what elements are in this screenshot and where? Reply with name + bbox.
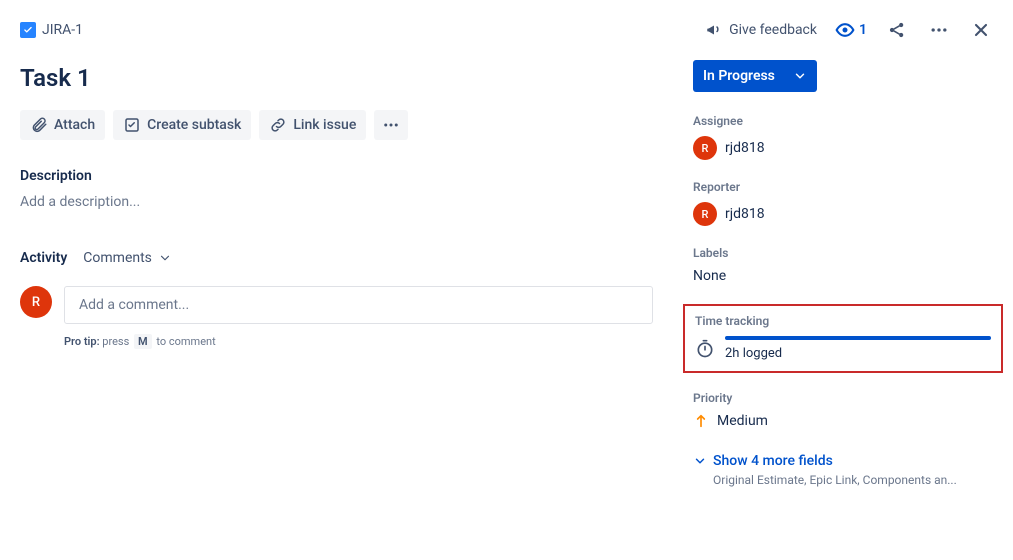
time-tracking-bar [725, 336, 991, 340]
show-more-label: Show 4 more fields [713, 453, 833, 469]
description-label: Description [20, 168, 653, 184]
share-icon [887, 20, 907, 40]
activity-label: Activity [20, 250, 67, 266]
more-actions-inline-button[interactable] [374, 110, 408, 140]
current-user-avatar: R [20, 286, 52, 318]
attach-button[interactable]: Attach [20, 110, 105, 140]
priority-value: Medium [717, 413, 768, 429]
status-label: In Progress [703, 68, 775, 84]
share-button[interactable] [885, 18, 909, 42]
time-tracking-label: Time tracking [695, 314, 991, 328]
breadcrumb[interactable]: JIRA-1 [20, 22, 83, 38]
stopwatch-icon [695, 339, 715, 359]
activity-filter-dropdown[interactable]: Comments [83, 250, 172, 266]
more-actions-button[interactable] [927, 18, 951, 42]
labels-label: Labels [693, 246, 993, 260]
reporter-label: Reporter [693, 180, 993, 194]
give-feedback-button[interactable]: Give feedback [705, 21, 817, 39]
description-field[interactable]: Add a description... [20, 194, 653, 210]
status-dropdown[interactable]: In Progress [693, 60, 817, 92]
issue-key: JIRA-1 [42, 22, 83, 38]
show-more-fields-button[interactable]: Show 4 more fields [693, 453, 993, 469]
close-button[interactable] [969, 18, 993, 42]
assignee-name: rjd818 [725, 140, 765, 156]
issue-title[interactable]: Task 1 [20, 64, 653, 92]
show-more-sublabel: Original Estimate, Epic Link, Components… [713, 473, 993, 487]
chevron-down-icon [793, 69, 807, 83]
link-icon [269, 116, 287, 134]
watch-button[interactable]: 1 [835, 20, 867, 40]
watch-count: 1 [859, 22, 867, 38]
link-issue-button[interactable]: Link issue [259, 110, 366, 140]
reporter-field[interactable]: R rjd818 [693, 202, 993, 226]
labels-field[interactable]: None [693, 268, 993, 284]
assignee-field[interactable]: R rjd818 [693, 136, 993, 160]
megaphone-icon [705, 21, 723, 39]
activity-filter-value: Comments [83, 250, 152, 266]
time-tracking-logged: 2h logged [725, 346, 991, 361]
close-icon [971, 20, 991, 40]
attach-label: Attach [54, 117, 95, 133]
chevron-down-icon [158, 251, 172, 265]
eye-icon [835, 20, 855, 40]
time-tracking-highlight: Time tracking 2h logged [683, 304, 1003, 373]
create-subtask-button[interactable]: Create subtask [113, 110, 251, 140]
chevron-down-icon [693, 454, 707, 468]
create-subtask-label: Create subtask [147, 117, 241, 133]
reporter-avatar: R [693, 202, 717, 226]
assignee-label: Assignee [693, 114, 993, 128]
more-horizontal-icon [382, 116, 400, 134]
priority-medium-icon [693, 413, 709, 429]
reporter-name: rjd818 [725, 206, 765, 222]
more-horizontal-icon [929, 20, 949, 40]
subtask-icon [123, 116, 141, 134]
link-issue-label: Link issue [293, 117, 356, 133]
comment-input[interactable]: Add a comment... [64, 286, 653, 324]
priority-field[interactable]: Medium [693, 413, 993, 429]
time-tracking-field[interactable]: 2h logged [695, 336, 991, 361]
task-type-icon [20, 22, 36, 38]
attachment-icon [30, 116, 48, 134]
pro-tip-text: Pro tip: press M to comment [64, 334, 653, 349]
assignee-avatar: R [693, 136, 717, 160]
give-feedback-label: Give feedback [729, 22, 817, 38]
priority-label: Priority [693, 391, 993, 405]
